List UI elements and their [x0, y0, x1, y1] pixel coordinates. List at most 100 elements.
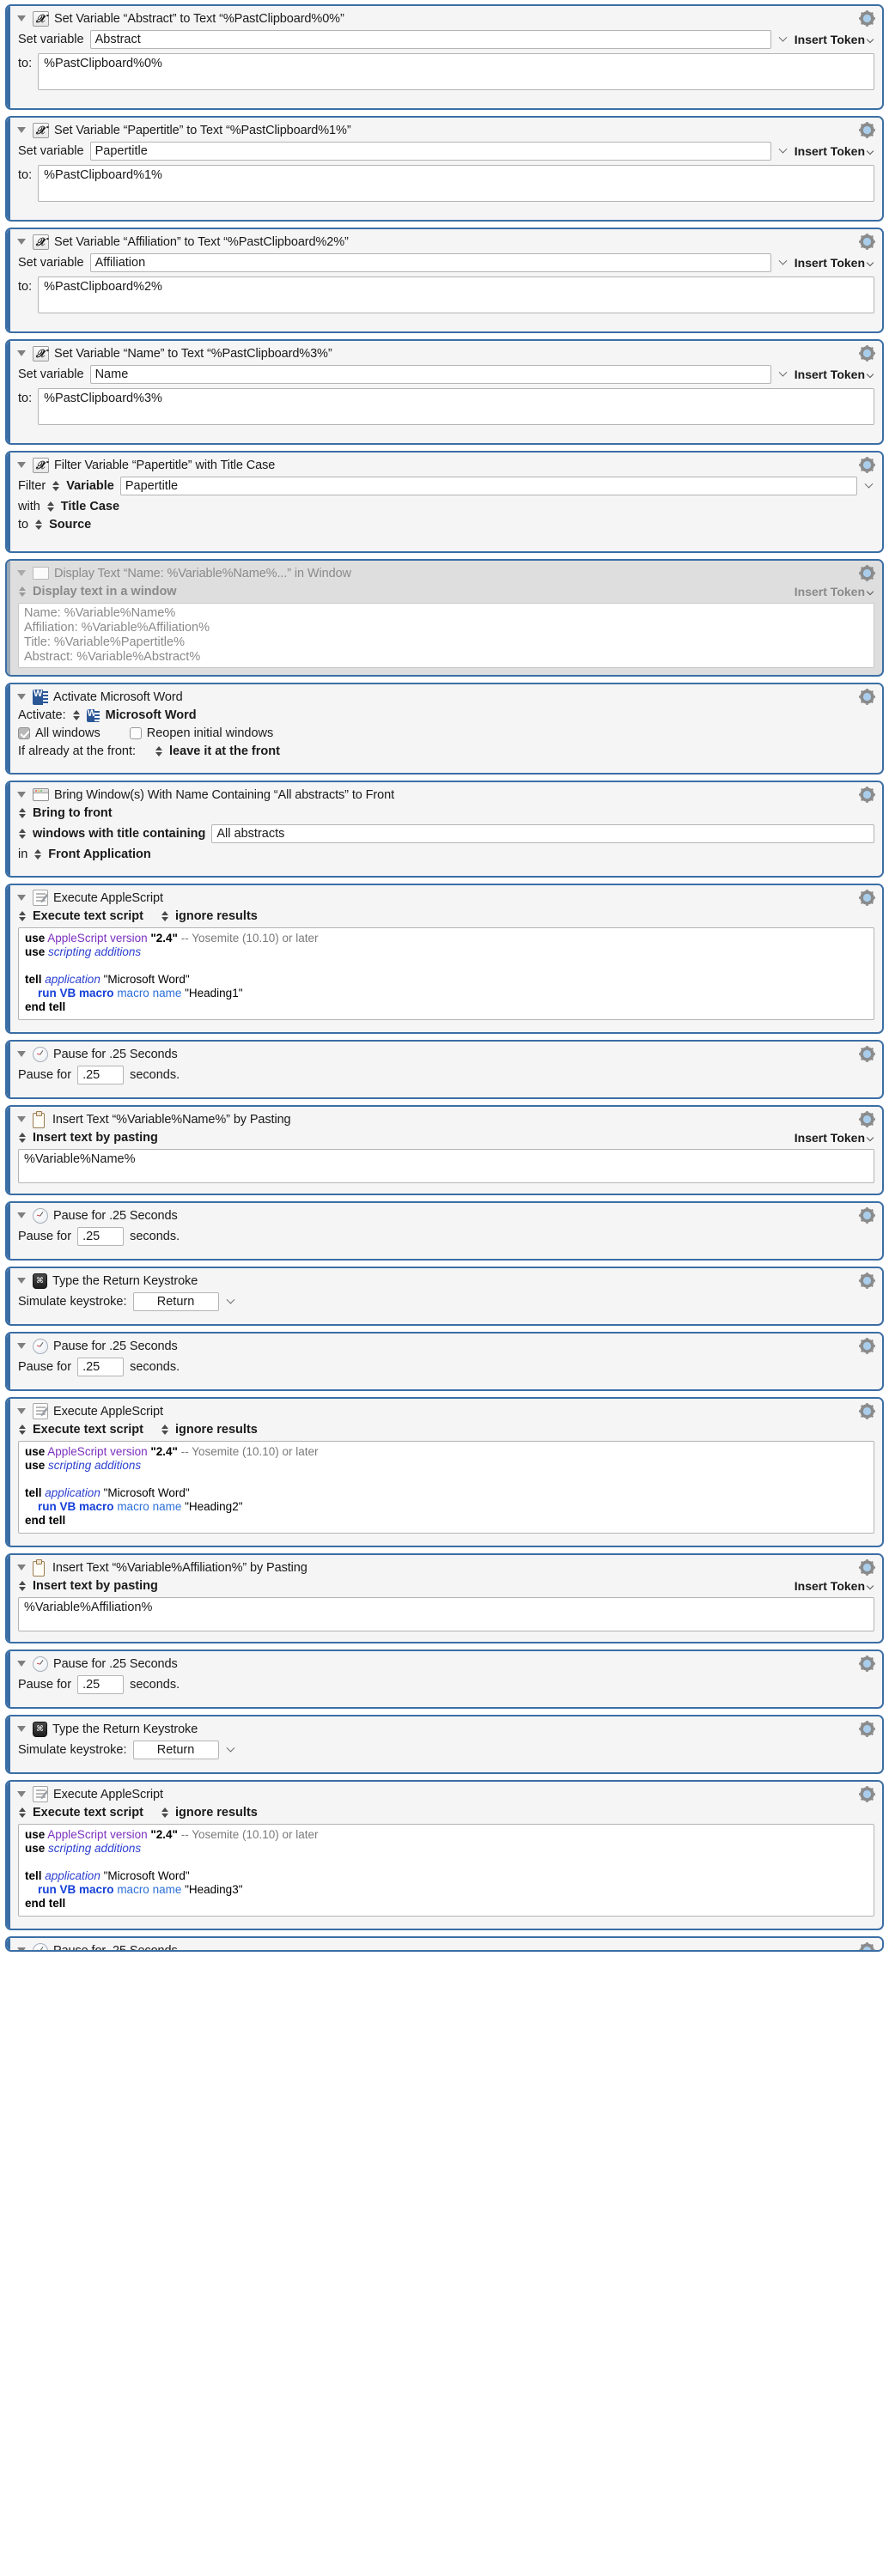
keystroke-input[interactable]: Return	[132, 1292, 219, 1311]
insert-token-menu[interactable]: Insert Token	[795, 368, 874, 381]
action-header[interactable]: Execute AppleScript	[7, 1782, 882, 1806]
disclosure-triangle-icon[interactable]	[15, 236, 27, 248]
keystroke-chevron-icon[interactable]	[225, 1295, 236, 1309]
action-applescript[interactable]: Execute AppleScript Execute text script ig…	[5, 1397, 884, 1547]
filter-with-stepper[interactable]	[46, 500, 55, 513]
action-pause[interactable]: Pause for .25 Seconds Pause for .25 seconds…	[5, 1649, 884, 1709]
variable-name-input[interactable]: Abstract	[89, 30, 771, 49]
result-mode-value[interactable]: ignore results	[175, 1423, 258, 1437]
action-header[interactable]: 𝒳 Set Variable “Abstract” to Text “%PastC…	[7, 6, 882, 30]
gear-icon[interactable]	[859, 457, 875, 473]
action-filter-variable[interactable]: 𝒳 Filter Variable “Papertitle” with Title…	[5, 451, 884, 553]
gear-icon[interactable]	[859, 10, 875, 27]
gear-icon[interactable]	[859, 787, 875, 803]
action-pause-partial[interactable]: Pause for .25 SecondsPause for.25seconds…	[5, 1936, 884, 1952]
disclosure-triangle-icon[interactable]	[15, 348, 27, 360]
insert-mode-stepper[interactable]	[18, 1579, 27, 1593]
action-display-text[interactable]: Display Text “Name: %Variable%Name%...” …	[5, 559, 884, 677]
result-mode-stepper[interactable]	[161, 909, 169, 923]
insert-text-input[interactable]: %Variable%Affiliation%	[18, 1597, 874, 1631]
pause-seconds-input[interactable]: .25	[77, 1358, 125, 1376]
keystroke-input[interactable]: Return	[132, 1741, 219, 1759]
disclosure-triangle-icon[interactable]	[15, 1658, 27, 1670]
action-set-variable[interactable]: 𝒳 Set Variable “Name” to Text “%PastClipb…	[5, 339, 884, 445]
disclosure-triangle-icon[interactable]	[15, 789, 27, 801]
activate-app-stepper[interactable]	[72, 708, 81, 722]
action-header[interactable]: Pause for .25 Seconds	[7, 1042, 882, 1066]
gear-icon[interactable]	[859, 890, 875, 906]
result-mode-value[interactable]: ignore results	[175, 1806, 258, 1820]
action-applescript[interactable]: Execute AppleScript Execute text script ig…	[5, 884, 884, 1034]
pause-seconds-input[interactable]: .25	[77, 1066, 125, 1084]
activate-app-value[interactable]: Microsoft Word	[106, 708, 197, 722]
action-pause[interactable]: Pause for .25 Seconds Pause for .25 seconds…	[5, 1332, 884, 1391]
action-header[interactable]: Execute AppleScript	[7, 1399, 882, 1423]
display-mode-value[interactable]: Display text in a window	[33, 585, 177, 598]
disclosure-triangle-icon[interactable]	[15, 1210, 27, 1222]
action-header[interactable]: 𝒳 Set Variable “Name” to Text “%PastClipb…	[7, 341, 882, 365]
result-mode-stepper[interactable]	[161, 1806, 169, 1820]
action-header[interactable]: ⌘ Type the Return Keystroke	[7, 1716, 882, 1741]
action-header[interactable]: Display Text “Name: %Variable%Name%...” …	[7, 561, 882, 585]
display-mode-stepper[interactable]	[18, 585, 27, 598]
result-mode-stepper[interactable]	[161, 1423, 169, 1437]
gear-icon[interactable]	[859, 1786, 875, 1802]
insert-mode-stepper[interactable]	[18, 1131, 27, 1145]
script-mode-value[interactable]: Execute text script	[33, 1423, 143, 1437]
action-header[interactable]: Insert Text “%Variable%Affiliation%” by …	[7, 1555, 882, 1579]
gear-icon[interactable]	[859, 1721, 875, 1737]
gear-icon[interactable]	[859, 1338, 875, 1354]
action-insert-text[interactable]: Insert Text “%Variable%Affiliation%” by …	[5, 1553, 884, 1643]
display-text-input[interactable]: Name: %Variable%Name% Affiliation: %Vari…	[18, 603, 874, 668]
gear-icon[interactable]	[859, 1207, 875, 1224]
gear-icon[interactable]	[859, 1111, 875, 1127]
script-mode-stepper[interactable]	[18, 1806, 27, 1820]
insert-token-menu[interactable]: Insert Token	[795, 256, 874, 270]
gear-icon[interactable]	[859, 345, 875, 361]
action-set-variable[interactable]: 𝒳 Set Variable “Abstract” to Text “%PastC…	[5, 4, 884, 110]
disclosure-triangle-icon[interactable]	[15, 1562, 27, 1574]
script-mode-value[interactable]: Execute text script	[33, 909, 143, 923]
action-set-variable[interactable]: 𝒳 Set Variable “Affiliation” to Text “%Pa…	[5, 228, 884, 333]
gear-icon[interactable]	[859, 1046, 875, 1062]
all-windows-checkbox[interactable]	[18, 727, 30, 739]
variable-name-input[interactable]: Papertitle	[89, 142, 771, 161]
action-header[interactable]: 𝒳 Set Variable “Papertitle” to Text “%Pas…	[7, 118, 882, 142]
variable-menu-chevron-icon[interactable]	[777, 368, 789, 381]
action-pause[interactable]: Pause for .25 Seconds Pause for .25 seconds…	[5, 1040, 884, 1099]
gear-icon[interactable]	[859, 1403, 875, 1419]
gear-icon[interactable]	[859, 1559, 875, 1576]
insert-text-input[interactable]: %Variable%Name%	[18, 1149, 874, 1183]
disclosure-triangle-icon[interactable]	[15, 1789, 27, 1801]
filter-destination-stepper[interactable]	[34, 518, 43, 532]
action-keystroke[interactable]: ⌘ Type the Return Keystroke Simulate keyst…	[5, 1267, 884, 1326]
action-header[interactable]: Execute AppleScript	[7, 885, 882, 909]
disclosure-triangle-icon[interactable]	[15, 1048, 27, 1060]
applescript-editor[interactable]: use AppleScript version "2.4" -- Yosemit…	[18, 1441, 874, 1534]
disclosure-triangle-icon[interactable]	[15, 691, 27, 703]
if-front-value[interactable]: leave it at the front	[169, 744, 280, 758]
filter-source-stepper[interactable]	[52, 479, 60, 493]
action-header[interactable]: Pause for .25 Seconds	[7, 1938, 882, 1950]
reopen-initial-windows-checkbox[interactable]	[129, 727, 142, 739]
variable-name-input[interactable]: Affiliation	[89, 253, 771, 272]
variable-menu-chevron-icon[interactable]	[777, 256, 789, 270]
filter-destination-value[interactable]: Source	[49, 518, 91, 532]
gear-icon[interactable]	[859, 234, 875, 250]
disclosure-triangle-icon[interactable]	[15, 1945, 27, 1950]
applescript-editor[interactable]: use AppleScript version "2.4" -- Yosemit…	[18, 927, 874, 1020]
operation-stepper[interactable]	[18, 806, 27, 820]
variable-text-input[interactable]: %PastClipboard%3%	[38, 388, 874, 425]
insert-token-menu[interactable]: Insert Token	[795, 1579, 874, 1593]
gear-icon[interactable]	[859, 565, 875, 581]
disclosure-triangle-icon[interactable]	[15, 892, 27, 904]
result-mode-value[interactable]: ignore results	[175, 909, 258, 923]
filter-variable-input[interactable]: Papertitle	[119, 477, 857, 495]
pause-seconds-input[interactable]: .25	[77, 1675, 125, 1694]
action-header[interactable]: Activate Microsoft Word	[7, 684, 882, 708]
filter-with-value[interactable]: Title Case	[61, 500, 119, 513]
scope-stepper[interactable]	[33, 848, 42, 861]
action-set-variable[interactable]: 𝒳 Set Variable “Papertitle” to Text “%Pas…	[5, 116, 884, 222]
disclosure-triangle-icon[interactable]	[15, 1114, 27, 1126]
action-header[interactable]: Pause for .25 Seconds	[7, 1651, 882, 1675]
